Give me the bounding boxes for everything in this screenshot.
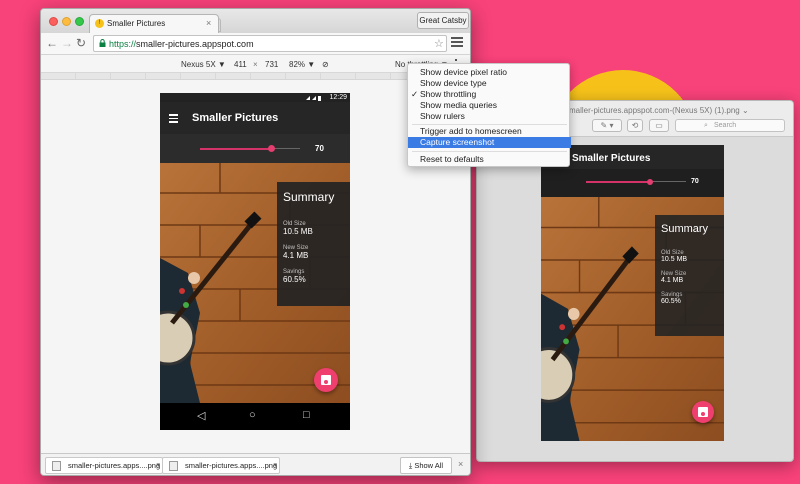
close-shelf-icon[interactable]: × [458, 459, 463, 469]
rotate-device-icon[interactable]: ⊘ [322, 60, 329, 69]
app-title: Smaller Pictures [192, 112, 279, 124]
download-menu-icon[interactable]: ▾ [156, 458, 160, 473]
times-sign: × [253, 60, 258, 69]
toolbox-icon[interactable]: ▭ [649, 119, 669, 132]
summary-title: Summary [283, 190, 335, 204]
download-shelf: smaller-pictures.apps....png ▾ smaller-p… [41, 453, 470, 475]
status-time: 12:29 [329, 94, 347, 101]
width-field[interactable]: 411 [234, 60, 247, 69]
show-all-downloads-button[interactable]: ⤓ Show All [400, 457, 452, 474]
preview-window-title[interactable]: smaller-pictures.appspot.com-(Nexus 5X) … [565, 106, 749, 115]
forward-arrow-icon[interactable]: → [61, 36, 73, 50]
download-item[interactable]: smaller-pictures.apps....png ▾ [162, 457, 280, 474]
nav-recents-icon[interactable]: □ [303, 409, 310, 421]
summary-card: Summary Old Size 10.5 MB New Size 4.1 MB… [277, 182, 350, 306]
app-bar: Smaller Pictures [160, 102, 350, 134]
nav-home-icon[interactable]: ○ [249, 409, 256, 421]
tab-smaller-pictures[interactable]: ! Smaller Pictures × [89, 14, 219, 33]
favicon-icon: ! [95, 19, 104, 28]
checkmark-icon: ✓ [411, 89, 419, 99]
url-text: https://smaller-pictures.appspot.com [109, 39, 254, 49]
slider-thumb[interactable] [268, 145, 275, 152]
preview-old-size-value: 10.5 MB [661, 256, 688, 263]
quality-slider-bar: 70 [160, 134, 350, 163]
android-nav-bar: ◁ ○ □ [160, 403, 350, 430]
slider-value: 70 [315, 144, 324, 153]
close-tab-icon[interactable]: × [206, 18, 211, 28]
menu-item-show-device-type[interactable]: Show device type [408, 78, 571, 89]
slider-rest-track[interactable] [272, 148, 300, 149]
preview-phone-screenshot: Smaller Pictures 70 Summary Old Size 10.… [541, 145, 724, 441]
preview-slider-value: 70 [691, 178, 699, 185]
device-settings-menu: Show device pixel ratio Show device type… [407, 63, 571, 167]
menu-item-reset-to-defaults[interactable]: Reset to defaults [408, 154, 571, 165]
address-bar[interactable]: https://smaller-pictures.appspot.com ☆ [93, 35, 447, 52]
search-icon: ⌕ [704, 122, 708, 129]
menu-item-capture-screenshot[interactable]: Capture screenshot [408, 137, 571, 148]
maximize-window-button[interactable] [75, 17, 84, 26]
close-window-button[interactable] [49, 17, 58, 26]
zoom-select[interactable]: 82% ▼ [289, 60, 315, 69]
bookmark-star-icon[interactable]: ☆ [434, 37, 444, 50]
savings-value: 60.5% [283, 275, 306, 284]
menu-item-label: Show throttling [420, 89, 477, 99]
hamburger-menu-icon[interactable] [169, 114, 178, 123]
menu-item-trigger-add-to-homescreen[interactable]: Trigger add to homescreen [408, 126, 571, 137]
minimize-window-button[interactable] [62, 17, 71, 26]
preview-summary-card: Summary Old Size 10.5 MB New Size 4.1 MB… [655, 215, 724, 336]
height-field[interactable]: 731 [265, 60, 278, 69]
titlebar: ! Smaller Pictures × Great Catsby [41, 9, 470, 33]
preview-save-fab [692, 401, 714, 423]
emulated-phone: 12:29 Smaller Pictures 70 Summary Old Si… [160, 93, 350, 430]
download-menu-icon[interactable]: ▾ [273, 458, 277, 473]
chrome-menu-icon[interactable] [451, 37, 463, 49]
menu-separator [412, 151, 567, 152]
search-placeholder: Search [714, 122, 737, 129]
slider-track[interactable] [200, 148, 272, 150]
url-host: smaller-pictures.appspot.com [136, 39, 254, 49]
preview-search-input[interactable]: ⌕ Search [675, 119, 785, 132]
menu-item-show-device-pixel-ratio[interactable]: Show device pixel ratio [408, 67, 571, 78]
preview-new-size-value: 4.1 MB [661, 277, 684, 284]
preview-slider-track [586, 181, 650, 183]
nav-back-icon[interactable]: ◁ [197, 409, 205, 422]
preview-slider-rest [650, 181, 686, 182]
preview-slider-thumb [647, 179, 653, 185]
download-item[interactable]: smaller-pictures.apps....png ▾ [45, 457, 163, 474]
menu-item-show-throttling[interactable]: ✓ Show throttling [408, 89, 571, 100]
android-status-bar: 12:29 [160, 93, 350, 102]
save-icon [698, 407, 708, 417]
device-name: Nexus 5X [181, 60, 216, 69]
menu-item-show-media-queries[interactable]: Show media queries [408, 100, 571, 111]
markup-pen-button[interactable]: ✎ ▾ [592, 119, 622, 132]
back-arrow-icon[interactable]: ← [46, 36, 58, 50]
preview-summary-title: Summary [661, 223, 709, 235]
profile-button[interactable]: Great Catsby [417, 12, 469, 29]
device-select[interactable]: Nexus 5X ▼ [181, 60, 226, 69]
preview-savings-value: 60.5% [661, 298, 681, 305]
rotate-icon[interactable]: ⟲ [627, 119, 643, 132]
old-size-value: 10.5 MB [283, 227, 313, 236]
image-file-icon [52, 461, 61, 471]
save-icon [321, 375, 331, 385]
new-size-value: 4.1 MB [283, 251, 309, 260]
browser-toolbar: ← → ↻ https://smaller-pictures.appspot.c… [41, 33, 470, 55]
image-file-icon [169, 461, 178, 471]
lock-icon [99, 39, 106, 47]
show-all-label: Show All [414, 461, 444, 470]
save-fab-button[interactable] [314, 368, 338, 392]
tab-title: Smaller Pictures [107, 19, 166, 28]
preview-app-title: Smaller Pictures [572, 153, 651, 164]
reload-icon[interactable]: ↻ [76, 36, 86, 50]
menu-separator [412, 124, 567, 125]
download-filename: smaller-pictures.apps....png [68, 461, 161, 470]
zoom-value: 82% [289, 60, 306, 69]
download-filename: smaller-pictures.apps....png [185, 461, 278, 470]
signal-battery-icon [306, 96, 321, 101]
url-scheme: https:// [109, 39, 137, 49]
menu-item-show-rulers[interactable]: Show rulers [408, 111, 571, 122]
